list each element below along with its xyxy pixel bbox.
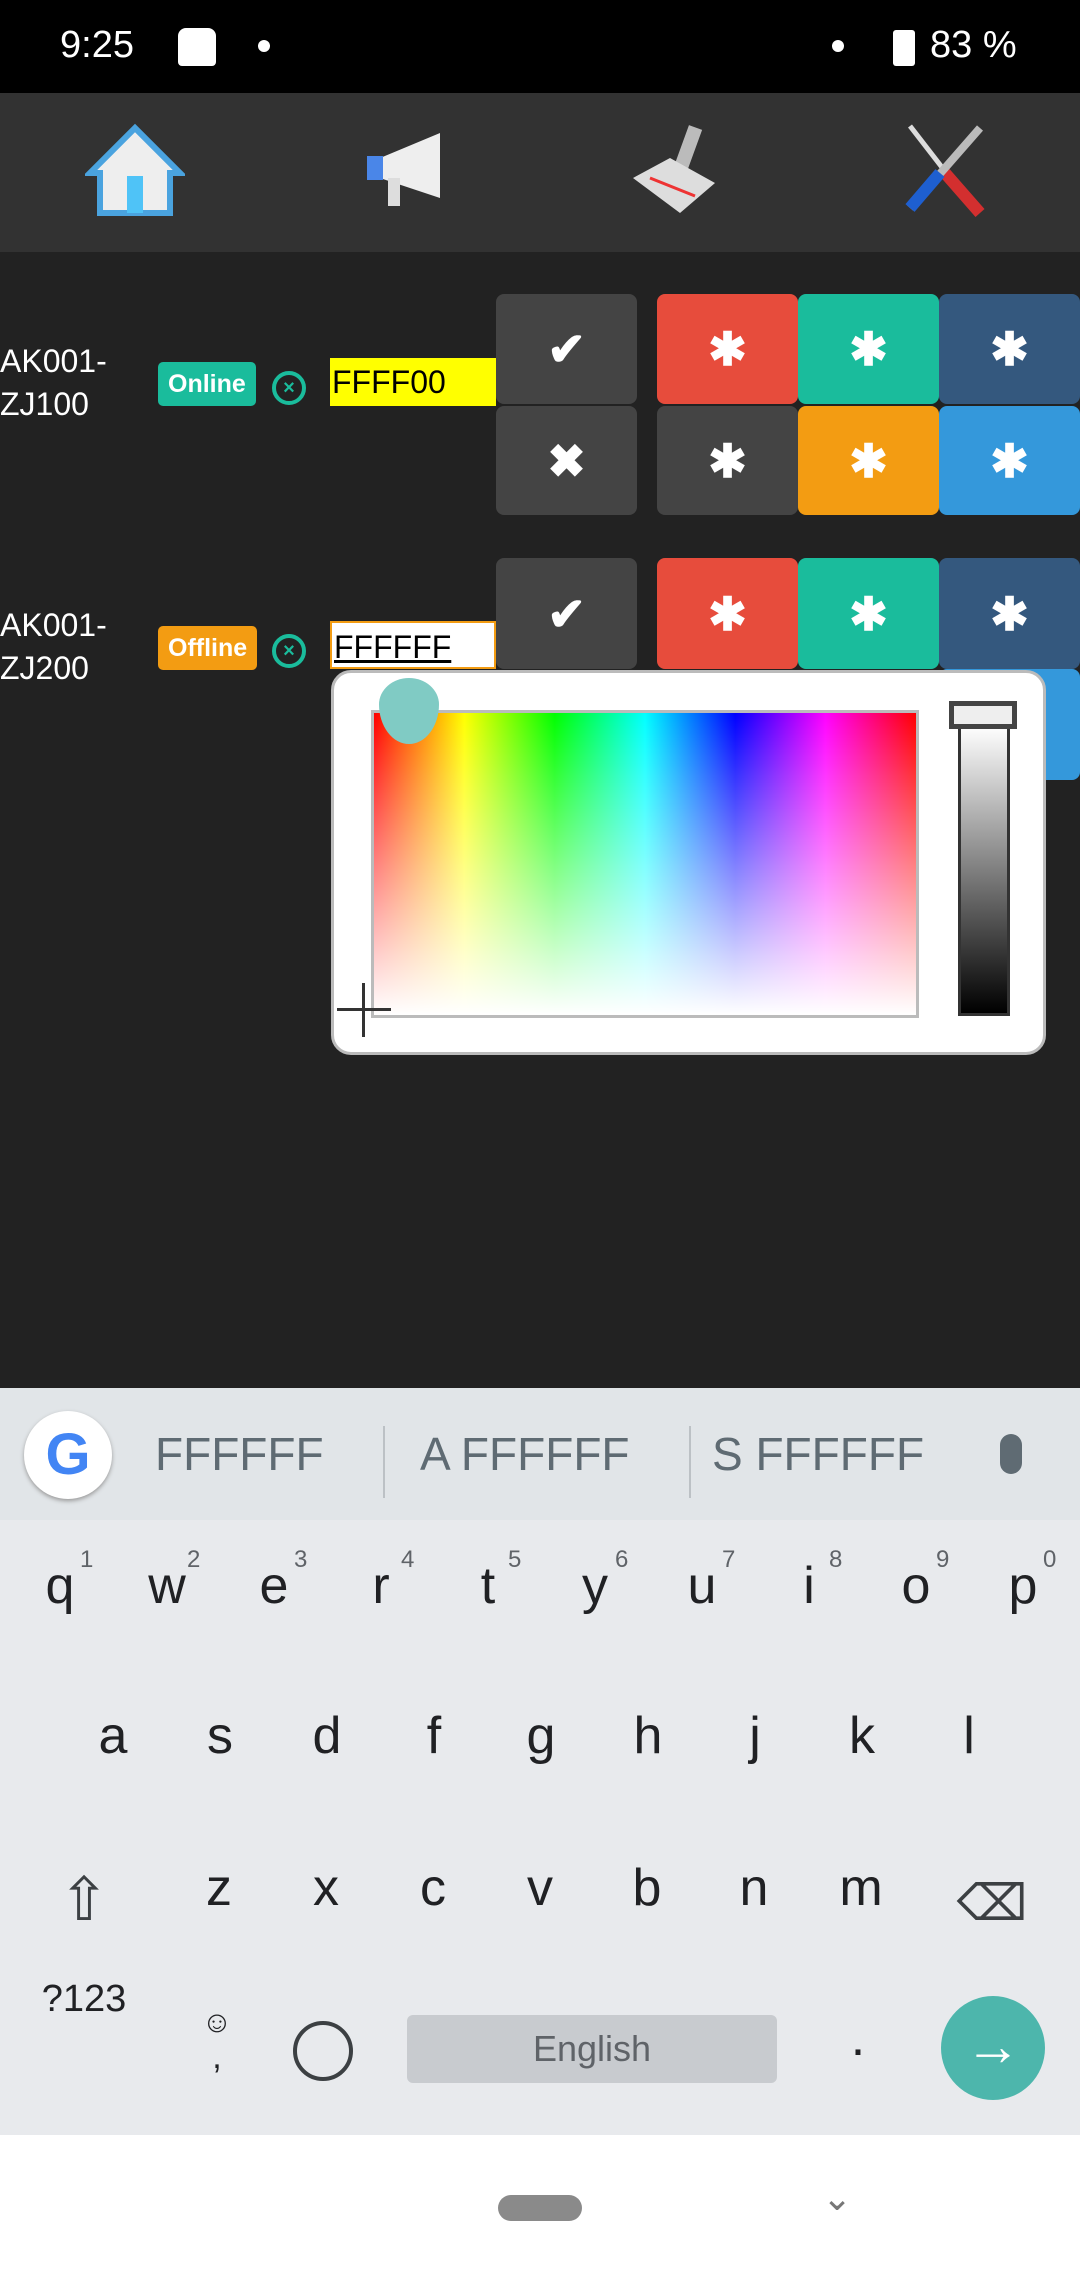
key-hint: 7: [722, 1546, 736, 1573]
globe-icon[interactable]: [293, 2021, 353, 2081]
key-w[interactable]: w: [117, 1556, 217, 1616]
comma-label: ,: [212, 2038, 222, 2076]
brightness-slider[interactable]: [958, 723, 1010, 1016]
color-dark-button[interactable]: ✱: [657, 406, 798, 515]
key-hint: 6: [615, 1546, 629, 1573]
color-input[interactable]: FFFF00: [330, 358, 496, 406]
key-k[interactable]: k: [812, 1706, 912, 1766]
key-hint: 0: [1043, 1546, 1057, 1573]
suggestion[interactable]: A FFFFFF: [420, 1388, 630, 1520]
megaphone-icon[interactable]: [350, 113, 460, 223]
confirm-button[interactable]: ✔: [496, 294, 637, 404]
key-p[interactable]: p: [973, 1556, 1073, 1616]
brightness-slider-handle[interactable]: [949, 701, 1017, 729]
key-hint: 2: [187, 1546, 201, 1573]
battery-level: 83 %: [930, 24, 1017, 66]
home-icon[interactable]: [80, 113, 190, 223]
backspace-key[interactable]: ⌫: [952, 1873, 1032, 1933]
status-badge: Offline: [158, 626, 258, 670]
key-t[interactable]: t: [438, 1556, 538, 1616]
key-b[interactable]: b: [597, 1858, 697, 1918]
key-a[interactable]: a: [63, 1706, 163, 1766]
space-key[interactable]: English: [407, 2015, 777, 2083]
device-name-line1: AK001-: [0, 607, 107, 643]
device-name: AK001- ZJ200: [0, 604, 107, 690]
color-green-button[interactable]: ✱: [798, 294, 939, 404]
keyboard: G FFFFFF A FFFFFF S FFFFFF q1w2e3r4t5y6u…: [0, 1388, 1080, 2135]
divider: [383, 1426, 385, 1498]
key-hint: 1: [80, 1546, 94, 1573]
color-red-button[interactable]: ✱: [657, 294, 798, 404]
tools-icon[interactable]: [890, 113, 1000, 223]
key-v[interactable]: v: [490, 1858, 590, 1918]
google-icon[interactable]: G: [24, 1411, 112, 1499]
crosshair-icon[interactable]: [337, 983, 391, 1037]
status-bar: 9:25 83 %: [0, 0, 1080, 93]
clear-icon[interactable]: ×: [272, 634, 306, 668]
key-y[interactable]: y: [545, 1556, 645, 1616]
cancel-button[interactable]: ✖: [496, 406, 637, 515]
key-f[interactable]: f: [384, 1706, 484, 1766]
confirm-button[interactable]: ✔: [496, 558, 637, 669]
key-x[interactable]: x: [276, 1858, 376, 1918]
color-picker-popup: [331, 670, 1046, 1055]
dot-icon: [258, 40, 270, 52]
key-hint: 5: [508, 1546, 522, 1573]
key-i[interactable]: i: [759, 1556, 859, 1616]
home-pill[interactable]: [498, 2195, 582, 2221]
key-e[interactable]: e: [224, 1556, 324, 1616]
microphone-icon[interactable]: [1000, 1434, 1022, 1474]
suggestion[interactable]: S FFFFFF: [712, 1388, 924, 1520]
color-red-button[interactable]: ✱: [657, 558, 798, 669]
key-j[interactable]: j: [705, 1706, 805, 1766]
key-z[interactable]: z: [169, 1858, 269, 1918]
color-input[interactable]: FFFFFF: [330, 621, 496, 669]
key-m[interactable]: m: [811, 1858, 911, 1918]
suggestion-bar: G FFFFFF A FFFFFF S FFFFFF: [0, 1388, 1080, 1520]
device-name-line2: ZJ100: [0, 386, 89, 422]
color-green-button[interactable]: ✱: [798, 558, 939, 669]
suggestion[interactable]: FFFFFF: [155, 1388, 324, 1520]
key-hint: 3: [294, 1546, 308, 1573]
color-navy-button[interactable]: ✱: [939, 294, 1080, 404]
barcode-scanner-icon[interactable]: [620, 113, 730, 223]
key-n[interactable]: n: [704, 1858, 804, 1918]
key-r[interactable]: r: [331, 1556, 431, 1616]
key-s[interactable]: s: [170, 1706, 270, 1766]
key-hint: 4: [401, 1546, 415, 1573]
period-key[interactable]: .: [808, 2008, 908, 2068]
enter-key[interactable]: →: [941, 1996, 1045, 2100]
hue-saturation-field[interactable]: [371, 710, 919, 1018]
key-hint: 8: [829, 1546, 843, 1573]
emoji-comma-key[interactable]: ☺,: [197, 2008, 237, 2077]
key-d[interactable]: d: [277, 1706, 377, 1766]
device-name-line1: AK001-: [0, 343, 107, 379]
clock: 9:25: [60, 24, 134, 66]
navigation-bar: ⌄: [0, 2135, 1080, 2280]
key-g[interactable]: g: [491, 1706, 591, 1766]
status-badge: Online: [158, 362, 256, 406]
color-orange-button[interactable]: ✱: [798, 406, 939, 515]
clear-icon[interactable]: ×: [272, 371, 306, 405]
key-hint: 9: [936, 1546, 950, 1573]
key-o[interactable]: o: [866, 1556, 966, 1616]
device-name: AK001- ZJ100: [0, 340, 107, 426]
key-l[interactable]: l: [919, 1706, 1019, 1766]
color-navy-button[interactable]: ✱: [939, 558, 1080, 669]
key-c[interactable]: c: [383, 1858, 483, 1918]
battery-icon: [893, 30, 915, 66]
key-q[interactable]: q: [10, 1556, 110, 1616]
key-h[interactable]: h: [598, 1706, 698, 1766]
divider: [689, 1426, 691, 1498]
device-name-line2: ZJ200: [0, 650, 89, 686]
chevron-down-icon[interactable]: ⌄: [822, 2177, 852, 2219]
dot-icon: [832, 40, 844, 52]
toolbar: [0, 93, 1080, 252]
shift-key[interactable]: ⇧: [48, 1868, 120, 1932]
color-blue-button[interactable]: ✱: [939, 406, 1080, 515]
symbols-key[interactable]: ?123: [4, 1978, 164, 2021]
notification-icon: [178, 28, 216, 66]
key-u[interactable]: u: [652, 1556, 752, 1616]
